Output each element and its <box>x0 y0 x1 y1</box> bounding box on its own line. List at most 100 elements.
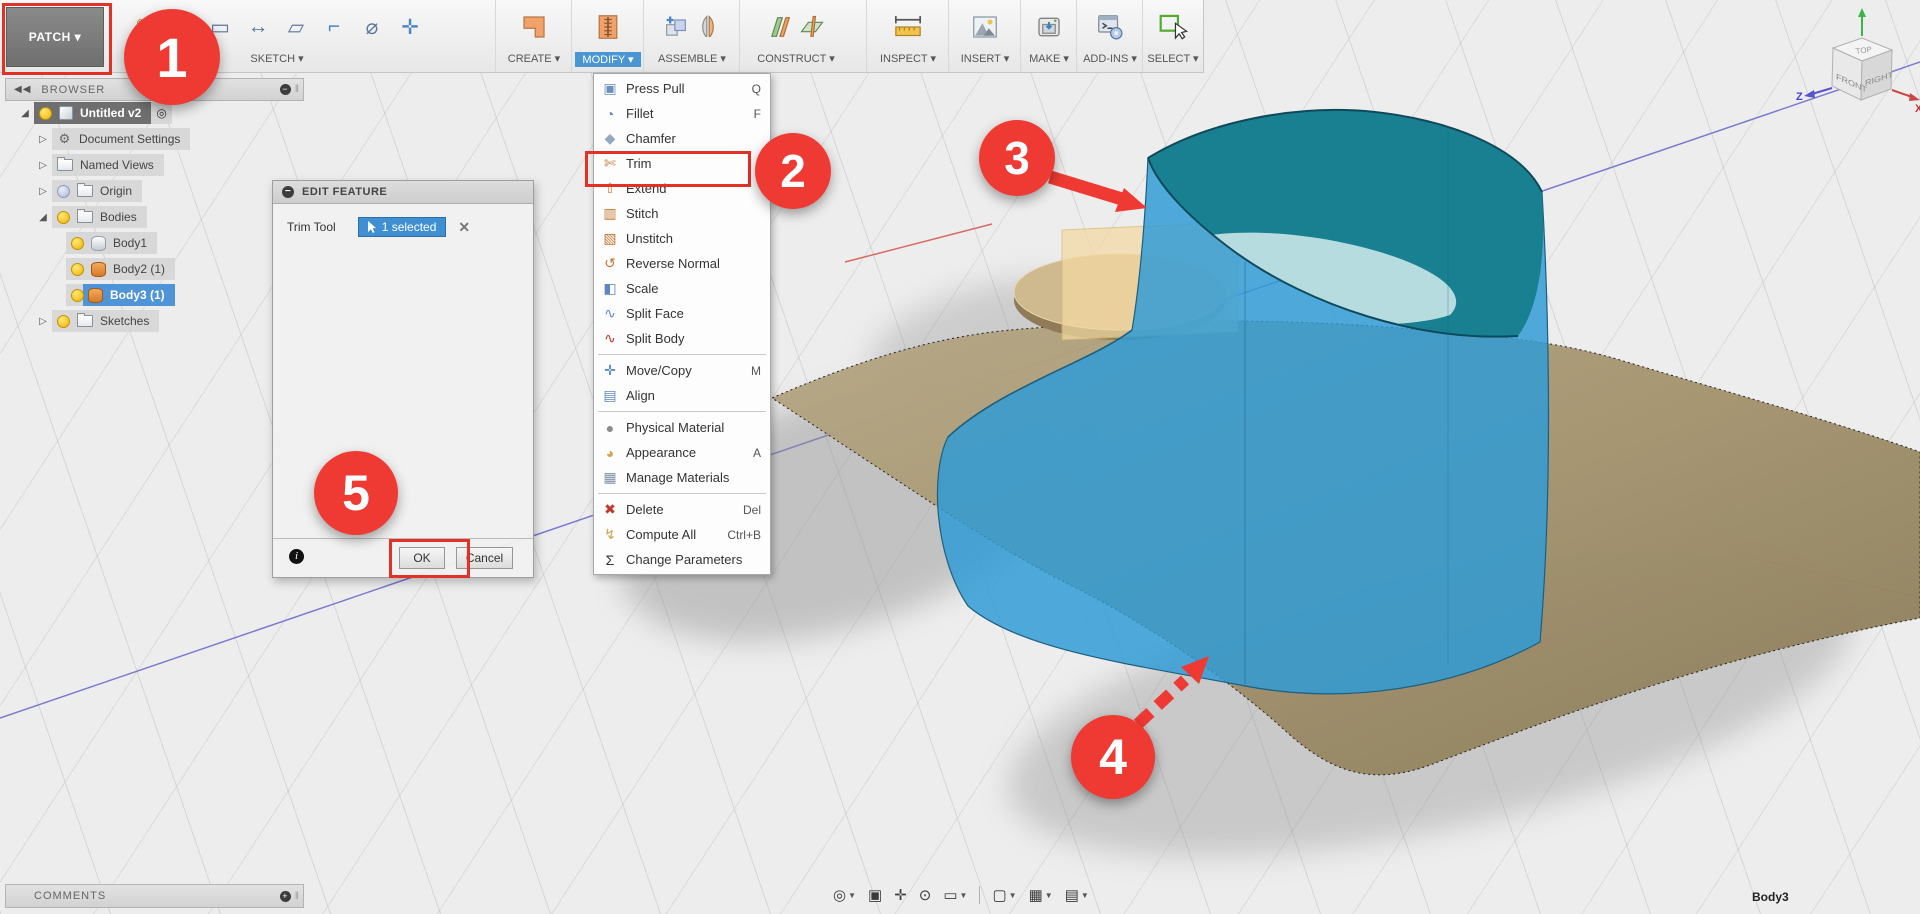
tab-sketch[interactable]: SKETCH ▾ <box>250 52 303 65</box>
collapsed-triangle-icon[interactable]: ▷ <box>36 316 50 327</box>
tree-row-document-settings[interactable]: ▷ ⚙Document Settings <box>36 128 190 150</box>
visibility-bulb-off-icon[interactable] <box>57 185 70 198</box>
menu-item-physical-material[interactable]: ●Physical Material <box>594 415 770 440</box>
display-settings-button[interactable]: ▢▼ <box>987 885 1021 905</box>
visibility-bulb-icon[interactable] <box>39 107 52 120</box>
collapsed-triangle-icon[interactable]: ▷ <box>36 186 50 197</box>
menu-item-chamfer[interactable]: ◆Chamfer <box>594 126 770 151</box>
select-icon[interactable] <box>1157 12 1189 42</box>
menu-item-split-face[interactable]: ∿Split Face <box>594 301 770 326</box>
scale-icon: ◧ <box>600 280 620 297</box>
menu-item-change-parameters[interactable]: ΣChange Parameters <box>594 547 770 572</box>
tab-modify[interactable]: MODIFY ▾ <box>575 52 640 67</box>
dialog-titlebar[interactable]: − EDIT FEATURE <box>273 181 533 204</box>
comments-resize-grip[interactable]: ‖ <box>295 891 300 902</box>
modify-stitch-icon[interactable] <box>593 12 623 42</box>
comments-header[interactable]: COMMENTS + ‖ <box>5 884 304 908</box>
browser-tree: ◢ Untitled v2 ◎ ▷ ⚙Document Settings ▷ N… <box>0 102 190 336</box>
measure-icon[interactable] <box>891 12 925 42</box>
collapsed-triangle-icon[interactable]: ▷ <box>36 160 50 171</box>
expanded-triangle-icon[interactable]: ◢ <box>36 212 50 223</box>
zoom-window-button[interactable]: ▭▼ <box>938 885 972 905</box>
tree-row-body1[interactable]: Body1 <box>66 232 190 254</box>
menu-item-unstitch[interactable]: ▧Unstitch <box>594 226 770 251</box>
menu-item-compute-all[interactable]: ↯Compute AllCtrl+B <box>594 522 770 547</box>
scripts-addins-icon[interactable] <box>1095 12 1125 42</box>
insert-image-icon[interactable] <box>970 12 1000 42</box>
tree-label: Untitled v2 <box>80 106 141 120</box>
sphere-icon[interactable]: ⌀ <box>355 10 389 44</box>
menu-item-scale[interactable]: ◧Scale <box>594 276 770 301</box>
menu-item-reverse-normal[interactable]: ↺Reverse Normal <box>594 251 770 276</box>
viewports-button[interactable]: ▤▼ <box>1060 885 1094 905</box>
visibility-bulb-icon[interactable] <box>57 315 70 328</box>
collapsed-triangle-icon[interactable]: ▷ <box>36 134 50 145</box>
tab-inspect[interactable]: INSPECT ▾ <box>880 52 936 65</box>
menu-item-trim[interactable]: ✄Trim <box>594 151 770 176</box>
move-copy-icon: ✛ <box>600 362 620 379</box>
expanded-triangle-icon[interactable]: ◢ <box>18 108 32 119</box>
offset-plane-icon[interactable] <box>766 13 794 41</box>
tree-row-named-views[interactable]: ▷ Named Views <box>36 154 190 176</box>
collapse-browser-icon[interactable]: ◀◀ <box>14 84 31 95</box>
3d-print-icon[interactable] <box>1034 12 1064 42</box>
sketch-dimension-icon[interactable]: ↔ <box>241 10 275 44</box>
tab-construct[interactable]: CONSTRUCT ▾ <box>757 52 834 65</box>
tab-assemble[interactable]: ASSEMBLE ▾ <box>658 52 726 65</box>
workspace-switcher-patch[interactable]: PATCH ▾ <box>6 7 104 67</box>
menu-item-stitch[interactable]: ▥Stitch <box>594 201 770 226</box>
midplane-icon[interactable] <box>798 13 826 41</box>
viewcube[interactable]: TOP FRONT RIGHT Z X <box>1796 8 1920 115</box>
appearance-icon: ◕ <box>600 445 620 461</box>
comments-add-icon[interactable]: + <box>280 891 291 902</box>
menu-item-appearance[interactable]: ◕AppearanceA <box>594 440 770 465</box>
info-icon[interactable]: i <box>289 549 304 564</box>
selection-chip[interactable]: 1 selected <box>358 217 447 237</box>
ok-button[interactable]: OK <box>399 547 445 569</box>
browser-minimize-icon[interactable]: − <box>280 84 291 95</box>
create-patch-icon[interactable] <box>519 12 549 42</box>
menu-item-align[interactable]: ▤Align <box>594 383 770 408</box>
tab-select[interactable]: SELECT ▾ <box>1147 52 1198 65</box>
tree-row-root[interactable]: ◢ Untitled v2 ◎ <box>18 102 190 124</box>
menu-item-press-pull[interactable]: ▣Press PullQ <box>594 76 770 101</box>
pan-button[interactable]: ✛ <box>889 885 912 905</box>
tree-row-sketches[interactable]: ▷ Sketches <box>36 310 190 332</box>
visibility-bulb-icon[interactable] <box>71 289 84 302</box>
menu-item-extend[interactable]: ⇧Extend <box>594 176 770 201</box>
look-at-button[interactable]: ▣ <box>863 885 887 905</box>
grid-settings-button[interactable]: ▦▼ <box>1024 885 1058 905</box>
tree-row-body2[interactable]: Body2 (1) <box>66 258 190 280</box>
new-component-icon[interactable] <box>662 13 690 41</box>
surface-body3-blue[interactable] <box>937 110 1548 694</box>
menu-item-manage-materials[interactable]: ▦Manage Materials <box>594 465 770 490</box>
orbit-button[interactable]: ◎▼ <box>828 885 861 905</box>
offset-icon[interactable]: ⌐ <box>317 10 351 44</box>
tree-row-origin[interactable]: ▷ Origin <box>36 180 190 202</box>
tab-create[interactable]: CREATE ▾ <box>508 52 560 65</box>
tree-row-body3-selected[interactable]: Body3 (1) <box>66 284 190 306</box>
pattern-icon[interactable]: ✛ <box>393 10 427 44</box>
manage-materials-icon: ▦ <box>600 469 620 486</box>
clear-selection-icon[interactable]: ✕ <box>458 219 470 236</box>
extrude-icon[interactable]: ▱ <box>279 10 313 44</box>
tab-insert[interactable]: INSERT ▾ <box>961 52 1010 65</box>
tab-add-ins[interactable]: ADD-INS ▾ <box>1083 52 1137 65</box>
insert-toolbar-group: INSERT ▾ <box>948 0 1021 72</box>
cancel-button[interactable]: Cancel <box>456 547 513 569</box>
menu-item-delete[interactable]: ✖DeleteDel <box>594 497 770 522</box>
tab-make[interactable]: MAKE ▾ <box>1029 52 1069 65</box>
dialog-title: EDIT FEATURE <box>302 186 387 198</box>
activate-component-icon[interactable]: ◎ <box>156 106 166 120</box>
visibility-bulb-icon[interactable] <box>57 211 70 224</box>
browser-resize-grip[interactable]: ‖ <box>295 84 300 95</box>
visibility-bulb-icon[interactable] <box>71 263 84 276</box>
menu-item-move-copy[interactable]: ✛Move/CopyM <box>594 358 770 383</box>
tree-row-bodies[interactable]: ◢ Bodies <box>36 206 190 228</box>
visibility-bulb-icon[interactable] <box>71 237 84 250</box>
menu-item-split-body[interactable]: ∿Split Body <box>594 326 770 351</box>
dialog-collapse-icon[interactable]: − <box>282 186 294 198</box>
zoom-button[interactable]: ⊙ <box>914 885 937 905</box>
menu-item-fillet[interactable]: ◔FilletF <box>594 101 770 126</box>
joint-icon[interactable] <box>694 13 722 41</box>
